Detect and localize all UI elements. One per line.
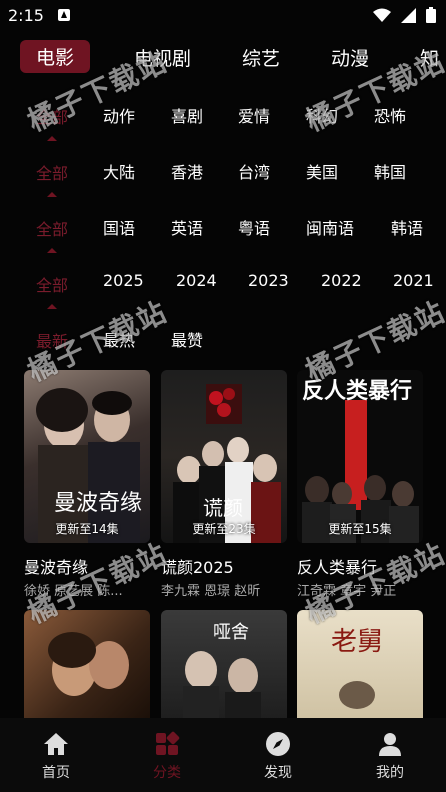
filter-option[interactable]: 爱情	[238, 103, 270, 127]
bottom-nav: 首页 分类 发现 我的	[0, 718, 446, 792]
card-cast: 李九霖 恩璟 赵昕	[161, 584, 261, 599]
filter-option[interactable]: 美国	[306, 159, 338, 183]
filter-row-genre: 全部 动作 喜剧 爱情 科幻 恐怖	[0, 94, 446, 134]
filter-option[interactable]: 韩语	[391, 215, 423, 239]
poster-image[interactable]: 老舅	[297, 610, 423, 720]
poster-art: 反人类暴行	[302, 378, 419, 543]
filter-option[interactable]: 2024	[176, 271, 217, 290]
category-icon	[156, 731, 180, 755]
poster-title: 哑舍	[213, 622, 249, 642]
filter-option[interactable]: 最热	[103, 327, 135, 351]
poster-art	[48, 632, 129, 696]
poster-art: 谎颜	[173, 384, 281, 543]
poster-title: 曼波奇缘	[54, 490, 142, 515]
filter-all[interactable]: 全部	[36, 160, 68, 184]
filter-option[interactable]: 香港	[171, 159, 203, 183]
poster-image[interactable]	[24, 610, 150, 720]
status-time: 2:15	[8, 6, 44, 25]
filter-sort-latest[interactable]: 最新	[36, 328, 68, 352]
filter-all[interactable]: 全部	[36, 216, 68, 240]
nav-discover[interactable]: 发现	[238, 730, 318, 782]
tab-tv-series[interactable]: 电视剧	[134, 44, 191, 71]
notification-app-icon	[58, 9, 70, 21]
battery-icon	[426, 7, 436, 23]
update-badge: 更新至14集	[55, 522, 119, 536]
nav-home[interactable]: 首页	[16, 730, 96, 782]
filter-row-language: 全部 国语 英语 粤语 闽南语 韩语	[0, 206, 446, 246]
tab-variety[interactable]: 综艺	[242, 44, 280, 71]
filter-all[interactable]: 全部	[36, 104, 68, 128]
poster-title: 谎颜	[203, 497, 243, 520]
poster-art: 老舅	[331, 627, 383, 709]
tab-anime[interactable]: 动漫	[331, 44, 369, 71]
tab-more[interactable]: 知	[420, 44, 439, 71]
user-icon	[379, 733, 401, 756]
poster-title: 反人类暴行	[302, 378, 412, 403]
filter-option[interactable]: 喜剧	[171, 103, 203, 127]
compass-icon	[266, 732, 290, 756]
filter-option[interactable]: 恐怖	[374, 103, 406, 127]
filter-option[interactable]: 英语	[171, 215, 203, 239]
nav-profile[interactable]: 我的	[350, 730, 430, 782]
nav-label: 首页	[42, 765, 70, 781]
caret-icon	[47, 304, 57, 309]
update-badge: 更新至15集	[328, 522, 392, 536]
filter-option[interactable]: 2023	[248, 271, 289, 290]
filter-option[interactable]: 国语	[103, 215, 135, 239]
card-title[interactable]: 反人类暴行	[297, 554, 377, 578]
filter-row-region: 全部 大陆 香港 台湾 美国 韩国	[0, 150, 446, 190]
filter-option[interactable]: 动作	[103, 103, 135, 127]
category-tabs: 电影 电视剧 综艺 动漫 知	[0, 36, 446, 80]
card-title[interactable]: 曼波奇缘	[24, 554, 88, 578]
poster-art: 曼波奇缘	[36, 388, 142, 543]
poster-title: 老舅	[331, 627, 383, 656]
poster-image[interactable]: 哑舍	[161, 610, 287, 720]
card-title[interactable]: 谎颜2025	[161, 554, 234, 578]
filter-option[interactable]: 台湾	[238, 159, 270, 183]
filter-option[interactable]: 闽南语	[306, 215, 354, 239]
filter-option[interactable]: 最赞	[171, 327, 203, 351]
poster-image: 反人类暴行 更新至15集	[297, 370, 423, 543]
status-bar: 2:15	[0, 0, 446, 32]
filter-option[interactable]: 科幻	[306, 103, 338, 127]
card-cast: 徐娇 原艺展 陈...	[24, 584, 123, 599]
filter-option[interactable]: 2022	[321, 271, 362, 290]
wifi-icon	[373, 8, 391, 22]
update-badge: 更新至23集	[192, 522, 256, 536]
nav-category[interactable]: 分类	[127, 730, 207, 782]
filter-row-sort: 最新 最热 最赞	[0, 318, 446, 358]
poster-image: 曼波奇缘 更新至14集	[24, 370, 150, 543]
filter-option[interactable]: 2021	[393, 271, 434, 290]
filter-option[interactable]: 粤语	[238, 215, 270, 239]
status-icons	[373, 7, 436, 23]
filter-option[interactable]: 2025	[103, 271, 144, 290]
home-icon	[44, 733, 68, 755]
caret-icon	[47, 192, 57, 197]
filter-row-year: 全部 2025 2024 2023 2022 2021	[0, 262, 446, 302]
poster-image: 谎颜 更新至23集	[161, 370, 287, 543]
tab-movie[interactable]: 电影	[20, 40, 91, 73]
nav-label: 我的	[376, 765, 404, 781]
caret-icon	[47, 136, 57, 141]
filter-option[interactable]: 韩国	[374, 159, 406, 183]
signal-icon	[401, 7, 416, 23]
caret-icon	[47, 248, 57, 253]
nav-label: 发现	[264, 765, 292, 781]
poster-art: 哑舍	[183, 622, 261, 720]
nav-label: 分类	[153, 765, 181, 781]
filter-option[interactable]: 大陆	[103, 159, 135, 183]
filter-all[interactable]: 全部	[36, 272, 68, 296]
card-cast: 江奇霖 章宇 尹正	[297, 584, 397, 599]
